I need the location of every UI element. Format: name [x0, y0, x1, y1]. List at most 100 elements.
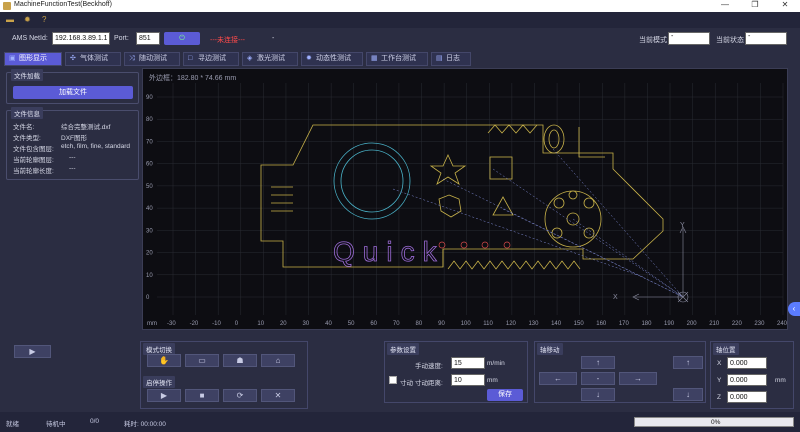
x-tick-label: 20	[280, 321, 287, 327]
play-icon: ▶	[29, 347, 36, 356]
side-collapse-button[interactable]: ‹	[788, 302, 800, 316]
file-type-label: 文件类型:	[13, 135, 41, 142]
move-down-button[interactable]: ↓	[581, 388, 615, 401]
hand-mode-button[interactable]: ✋	[147, 354, 181, 367]
stop-icon: ■	[199, 391, 205, 400]
file-load-group: 文件加载 加载文件	[6, 69, 139, 104]
move-up-button[interactable]: ↑	[581, 356, 615, 369]
move-center-button[interactable]: -	[581, 372, 615, 385]
y-tick-labels: 90 80 70 60 50 40 30 20 10 0	[146, 95, 153, 301]
minimize-button[interactable]: —	[710, 0, 740, 12]
z-up-button[interactable]: ↑	[673, 356, 703, 369]
connection-status: ---未连接---	[210, 37, 245, 44]
x-tick-label: 0	[235, 321, 239, 327]
arrow-down-icon: ↓	[596, 390, 600, 399]
mode-start-panel: 模式切换 ✋ ▭ ☗ ⌂ 启停操作 ▶ ■ ⟳ ✕	[140, 341, 308, 409]
tab-gas-test[interactable]: ✣ 气体测试	[65, 52, 121, 66]
params-panel: 参数设置 手动速度: m/min 寸动 寸动距离: mm 保存	[384, 341, 528, 403]
progress-label: 0%	[711, 419, 721, 426]
hand-icon: ✋	[159, 356, 169, 365]
y-tick-label: 90	[146, 95, 153, 101]
x-tick-label: 110	[483, 321, 493, 327]
load-file-button[interactable]: 加载文件	[13, 86, 133, 99]
tab-laser-test[interactable]: ◈ 激光测试	[242, 52, 298, 66]
axis-position-title: 轴位置	[713, 343, 739, 355]
jog-distance-input[interactable]	[451, 374, 485, 386]
x-tick-label: 50	[348, 321, 355, 327]
move-left-button[interactable]: ←	[539, 372, 577, 385]
arrow-right-icon: →	[634, 374, 642, 383]
title-bar: MachineFunctionTest(Beckhoff) — ❐ ✕	[0, 0, 800, 12]
x-axis-unit: mm	[147, 321, 157, 327]
mute-button[interactable]: ✕	[261, 389, 295, 402]
distance-unit: mm	[487, 377, 498, 384]
x-tick-label: -10	[212, 321, 221, 327]
tab-follow-test[interactable]: ⤨ 随动测试	[124, 52, 180, 66]
tab-dynamic-test[interactable]: ✹ 动态性测试	[301, 52, 363, 66]
start-icon: ▶	[160, 391, 168, 400]
x-tick-label: 150	[574, 321, 585, 327]
x-tick-label: 130	[528, 321, 539, 327]
axis-unit: mm	[775, 377, 786, 384]
close-button[interactable]: ✕	[770, 0, 800, 12]
file-layers-label: 文件包含图层:	[13, 146, 54, 153]
auto-mode-button[interactable]: ☗	[223, 354, 257, 367]
netid-input[interactable]	[52, 32, 110, 45]
state-field: -	[745, 32, 787, 45]
arrow-up-icon: ↑	[596, 358, 600, 367]
target-icon: ◈	[247, 55, 253, 62]
progress-bar: 0%	[634, 417, 794, 427]
connect-button[interactable]: ⏻	[164, 32, 200, 45]
axis-indicator	[632, 226, 689, 303]
stop-button[interactable]: ■	[185, 389, 219, 402]
table-icon: ▦	[371, 55, 378, 62]
x-tick-label: 30	[303, 321, 310, 327]
file-load-title: 文件加载	[11, 69, 43, 81]
save-button[interactable]: 保存	[487, 389, 523, 401]
current-layer-value: ---	[69, 154, 76, 161]
y-tick-label: 40	[146, 206, 153, 212]
folder-icon[interactable]: ▬	[6, 15, 14, 24]
x-tick-label: 40	[325, 321, 332, 327]
tab-workbench-test[interactable]: ▦ 工作台测试	[366, 52, 428, 66]
current-length-label: 当前轮廓长度:	[13, 168, 54, 175]
drawing-canvas[interactable]: -30 -20 -10 0 10 20 30 40 50 60 70 80 90 100 110 120 130…	[142, 68, 788, 330]
jog-checkbox[interactable]	[389, 376, 397, 384]
reset-button[interactable]: ⟳	[223, 389, 257, 402]
port-input[interactable]	[136, 32, 160, 45]
x-tick-label: 170	[619, 321, 630, 327]
manual-speed-input[interactable]	[451, 357, 485, 369]
left-panel: 文件加载 加载文件 文件信息 文件名: 综合完整测试.dxf 文件类型: DXF…	[6, 68, 139, 333]
current-length-value: ---	[69, 165, 76, 172]
arrow-up-icon: ↑	[686, 358, 690, 367]
mode-label: 当前模式	[639, 37, 667, 44]
x-tick-label: 230	[754, 321, 765, 327]
z-down-button[interactable]: ↓	[673, 388, 703, 401]
netid-label: AMS NetId:	[12, 35, 48, 42]
y-tick-label: 10	[146, 273, 153, 279]
arrow-left-icon: ←	[554, 374, 562, 383]
help-icon[interactable]: ?	[42, 15, 46, 24]
tab-graphics[interactable]: ▣ 图形显示	[4, 52, 62, 66]
tab-log[interactable]: ▤ 日志	[431, 52, 471, 66]
image-icon: ▣	[9, 55, 16, 62]
file-name-value: 综合完整测试.dxf	[61, 124, 111, 131]
axis-y-label: Y	[717, 377, 722, 384]
axis-x-value: 0.000	[727, 357, 767, 369]
tab-edge-find-test[interactable]: □ 寻边测试	[183, 52, 239, 66]
file-info-group: 文件信息 文件名: 综合完整测试.dxf 文件类型: DXF图形 文件包含图层:…	[6, 107, 139, 180]
axis-move-panel: 轴移动 ↑ ↑ ← - → ↓ ↓	[534, 341, 706, 403]
reset-icon: ⟳	[236, 391, 244, 400]
maximize-button[interactable]: ❐	[740, 0, 770, 12]
start-button[interactable]: ▶	[147, 389, 181, 402]
state-label: 当前状态	[716, 37, 744, 44]
robot-icon: ☗	[236, 356, 244, 365]
work-mode-button[interactable]: ▭	[185, 354, 219, 367]
move-right-button[interactable]: →	[619, 372, 657, 385]
x-tick-label: 60	[370, 321, 377, 327]
square-icon: □	[188, 55, 193, 62]
status-bar: 就绪 待机中 0/0 耗时: 00:00:00 0%	[0, 412, 800, 432]
play-button[interactable]: ▶	[14, 345, 51, 358]
home-mode-button[interactable]: ⌂	[261, 354, 295, 367]
gear-icon[interactable]: ✹	[24, 15, 31, 24]
